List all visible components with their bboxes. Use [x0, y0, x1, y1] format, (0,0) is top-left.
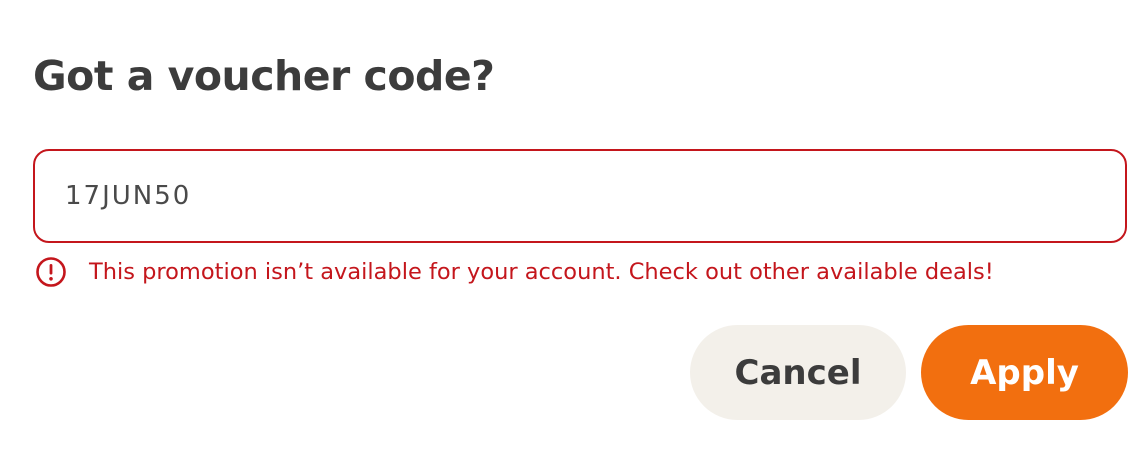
alert-circle-icon: [36, 257, 66, 287]
voucher-dialog: Got a voucher code? This promotion isn’t…: [0, 0, 1132, 453]
error-message-row: This promotion isn’t available for your …: [35, 255, 994, 289]
error-message: This promotion isn’t available for your …: [89, 259, 994, 285]
voucher-code-input[interactable]: [35, 151, 1125, 241]
dialog-title: Got a voucher code?: [33, 52, 495, 100]
cancel-button[interactable]: Cancel: [690, 325, 906, 420]
voucher-input-container: [33, 149, 1127, 243]
apply-button[interactable]: Apply: [921, 325, 1128, 420]
